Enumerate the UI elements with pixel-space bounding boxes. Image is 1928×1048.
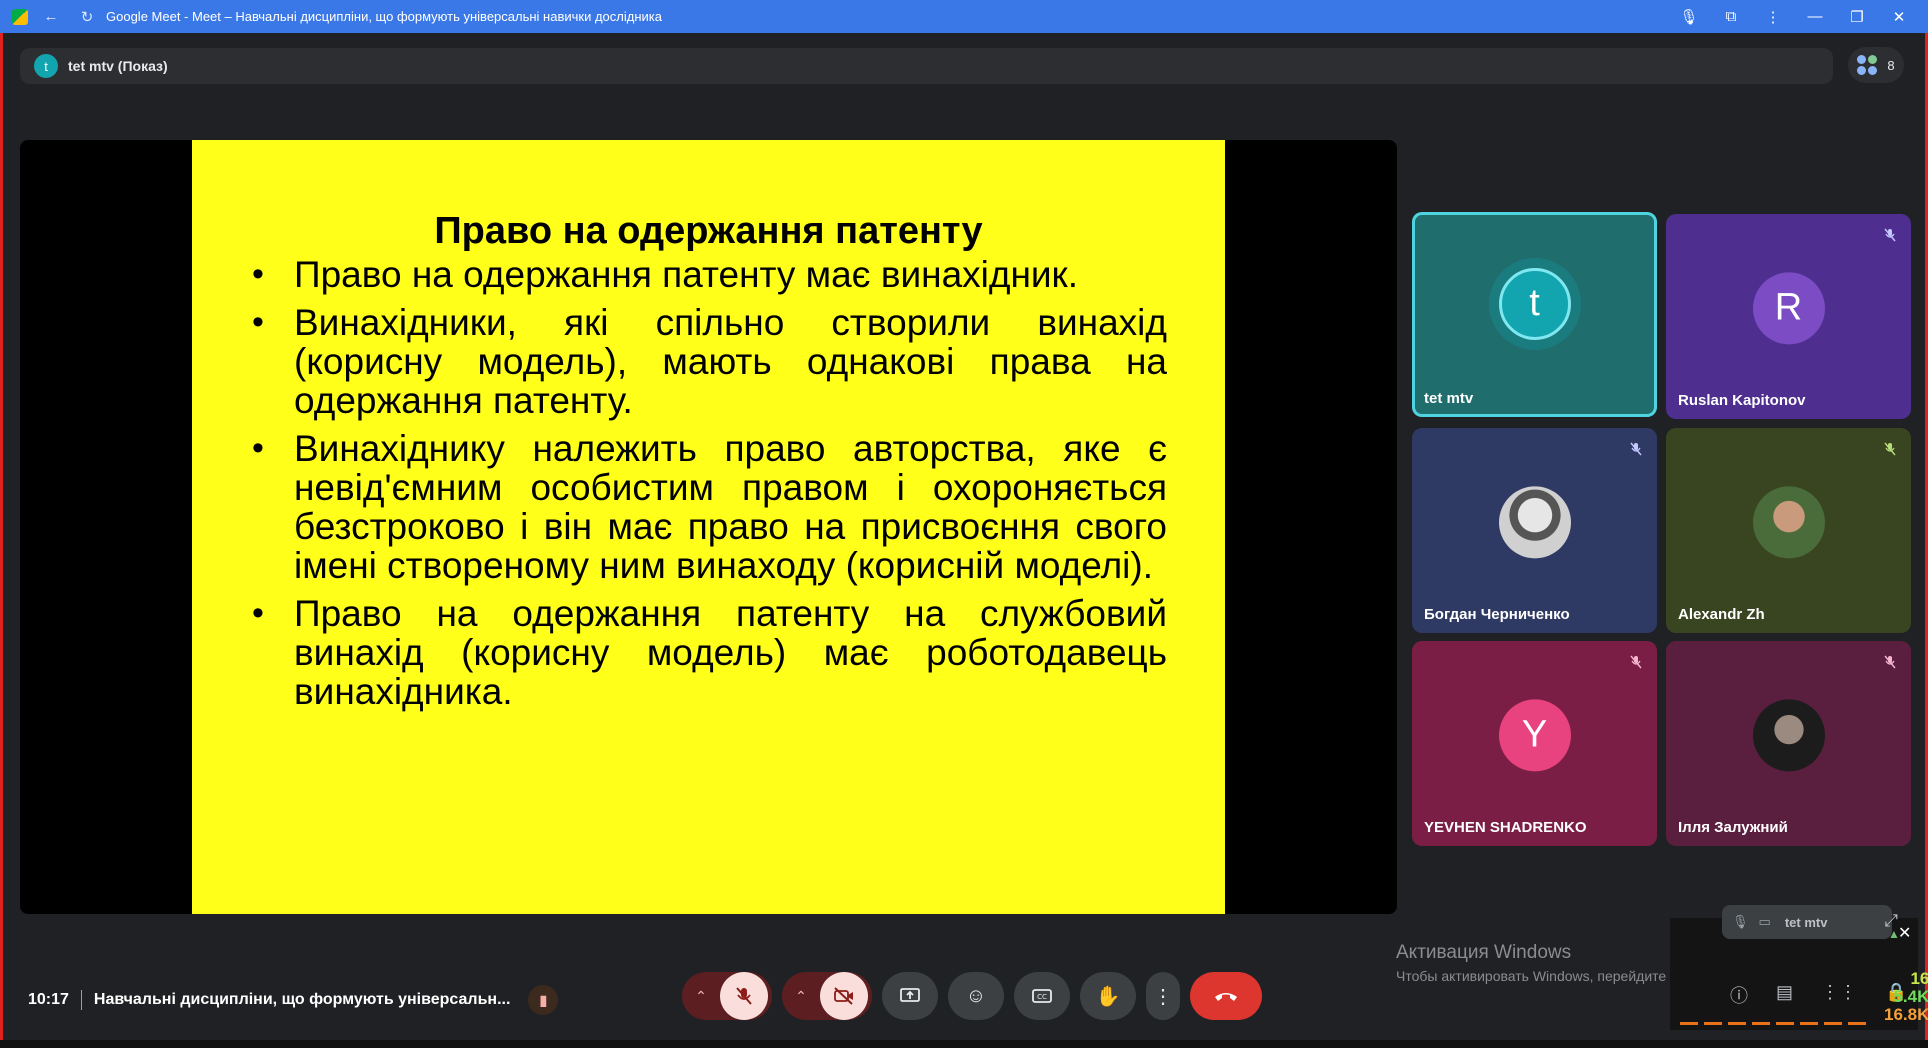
- mic-off-icon: [1881, 653, 1899, 671]
- activity-bars: [1680, 1022, 1870, 1025]
- avatar: R: [1752, 271, 1825, 344]
- avatar-photo: [1752, 698, 1825, 771]
- slide-bullets: Право на одержання патенту має винахідни…: [252, 255, 1167, 720]
- raise-hand-button[interactable]: ✋: [1080, 972, 1136, 1020]
- slide-bullet: Право на одержання патенту має винахідни…: [252, 255, 1167, 294]
- presentation-slide: Право на одержання патенту Право на одер…: [192, 140, 1225, 914]
- stat-value: 16.8K: [1884, 1005, 1928, 1024]
- shared-screen: Право на одержання патенту Право на одер…: [20, 140, 1397, 914]
- hand-office-icon[interactable]: ▮: [528, 985, 559, 1015]
- camera-off-button[interactable]: [820, 972, 868, 1020]
- mic-off-icon: [1881, 440, 1899, 458]
- audio-options-chevron-icon[interactable]: ⌃: [682, 972, 720, 1020]
- stat-value: 5.4K: [1893, 987, 1928, 1006]
- video-options-chevron-icon[interactable]: ⌃: [782, 972, 820, 1020]
- self-name: tet mtv: [1784, 914, 1828, 930]
- participant-tile[interactable]: Alexandr Zh: [1666, 428, 1911, 633]
- participant-name: tet mtv: [1424, 390, 1474, 407]
- participant-tile[interactable]: Y YEVHEN SHADRENKO: [1412, 641, 1657, 846]
- meet-app-icon: [12, 8, 28, 25]
- apps-grid-icon[interactable]: ⋮⋮: [1821, 982, 1857, 1008]
- mic-off-icon: [1881, 226, 1899, 244]
- participant-tile[interactable]: Богдан Черниченко: [1412, 428, 1657, 633]
- microphone-icon[interactable]: 🎙: [1668, 8, 1710, 26]
- mic-off-icon: [1627, 440, 1645, 458]
- participant-name: YEVHEN SHADRENKO: [1424, 819, 1587, 836]
- reload-icon[interactable]: ↻: [74, 4, 100, 30]
- people-count: 8: [1887, 57, 1895, 73]
- self-preview[interactable]: 🎙 ▭ tet mtv ⤢: [1722, 905, 1898, 939]
- presenter-label: tet mtv (Показ): [68, 58, 168, 74]
- slide-title: Право на одержання патенту: [434, 210, 983, 252]
- participant-tile[interactable]: R Ruslan Kapitonov: [1666, 214, 1911, 419]
- call-controls: ⌃ ⌃ ☺ CC ✋ ⋮: [682, 972, 1262, 1020]
- mic-off-icon[interactable]: 🎙: [1732, 914, 1749, 930]
- svg-text:CC: CC: [1037, 993, 1047, 1001]
- slide-bullet: Винахіднику належить право авторства, як…: [252, 429, 1167, 585]
- mic-control-group: ⌃: [682, 972, 772, 1020]
- leave-call-button[interactable]: [1190, 972, 1262, 1020]
- info-icon[interactable]: ⓘ: [1730, 982, 1748, 1008]
- extension-icon[interactable]: ⧉: [1710, 8, 1752, 25]
- meeting-time: 10:17: [28, 991, 69, 1008]
- stat-value: 16: [1910, 969, 1928, 988]
- avatar-photo: [1498, 485, 1571, 558]
- participant-name: Alexandr Zh: [1678, 606, 1765, 623]
- participant-tile[interactable]: t tet mtv: [1412, 212, 1657, 417]
- minimize-button[interactable]: —: [1794, 8, 1836, 25]
- close-icon[interactable]: ✕: [1898, 923, 1911, 943]
- expand-icon[interactable]: ⤢: [1884, 911, 1898, 931]
- camera-control-group: ⌃: [782, 972, 872, 1020]
- meeting-info: 10:17 Навчальні дисципліни, що формують …: [28, 985, 559, 1015]
- mic-off-icon: [1627, 653, 1645, 671]
- more-options-icon[interactable]: ⋮: [1146, 972, 1180, 1020]
- window-title: Google Meet - Meet – Навчальні дисциплін…: [106, 9, 662, 24]
- taskbar-edge: [0, 1040, 1928, 1048]
- participant-name: Ruslan Kapitonov: [1678, 392, 1806, 409]
- more-vert-icon[interactable]: ⋮: [1752, 8, 1794, 26]
- restore-button[interactable]: ❐: [1836, 8, 1878, 26]
- slide-bullet: Винахідники, які спільно створили винахі…: [252, 303, 1167, 420]
- emoji-reaction-button[interactable]: ☺: [948, 972, 1004, 1020]
- captions-button[interactable]: CC: [1014, 972, 1070, 1020]
- presenter-bar[interactable]: t tet mtv (Показ): [20, 48, 1833, 84]
- network-stats: 16 5.4K 16.8K: [1884, 970, 1928, 1024]
- camera-off-icon[interactable]: ▭: [1759, 914, 1771, 930]
- participant-name: Ілля Залужний: [1678, 819, 1788, 836]
- participant-tile[interactable]: Ілля Залужний: [1666, 641, 1911, 846]
- people-button[interactable]: 8: [1848, 47, 1904, 83]
- meeting-title: Навчальні дисципліни, що формують універ…: [93, 991, 511, 1008]
- presenter-avatar: t: [34, 54, 58, 78]
- divider: [80, 990, 82, 1010]
- people-icon: [1857, 55, 1879, 75]
- avatar: t: [1488, 257, 1581, 350]
- chat-icon[interactable]: ▤: [1776, 982, 1793, 1008]
- avatar-letter: t: [1498, 267, 1571, 340]
- participant-name: Богдан Черниченко: [1424, 606, 1570, 623]
- title-bar: ← ↻ Google Meet - Meet – Навчальні дисци…: [0, 0, 1928, 33]
- mic-off-button[interactable]: [720, 972, 768, 1020]
- avatar: Y: [1498, 698, 1571, 771]
- avatar-photo: [1752, 485, 1825, 558]
- close-window-button[interactable]: ✕: [1878, 8, 1920, 26]
- present-screen-button[interactable]: [882, 972, 938, 1020]
- back-arrow-icon[interactable]: ←: [38, 4, 64, 30]
- slide-bullet: Право на одержання патенту на службовий …: [252, 594, 1167, 711]
